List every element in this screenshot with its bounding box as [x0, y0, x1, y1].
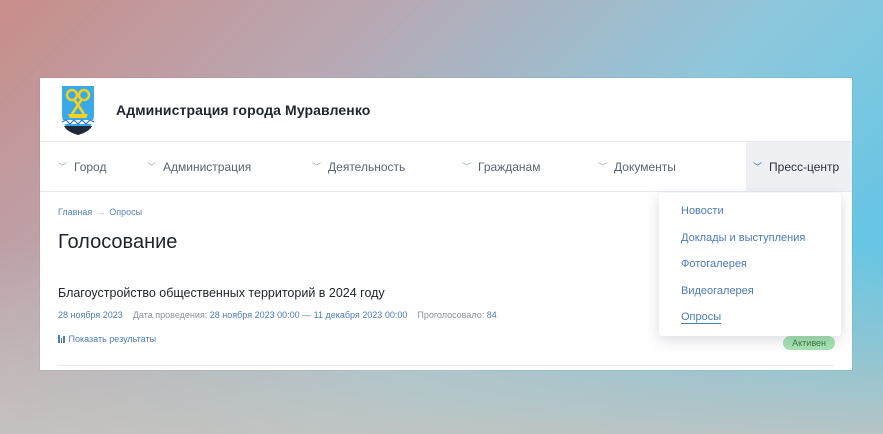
nav-item-press-center[interactable]: ﹀ Пресс-центр — [746, 142, 852, 191]
breadcrumb-current[interactable]: Опросы — [109, 207, 142, 217]
press-center-dropdown: Новости Доклады и выступления Фотогалере… — [659, 193, 841, 336]
nav-item-label: Гражданам — [478, 159, 541, 174]
dropdown-item-polls[interactable]: Опросы — [659, 311, 841, 339]
chevron-down-icon: ﹀ — [462, 162, 472, 172]
nav-item-activity[interactable]: ﹀ Деятельность — [312, 142, 462, 191]
dropdown-item-photo-gallery[interactable]: Фотогалерея — [659, 259, 841, 286]
poll-votes: Проголосовало: 84 — [417, 310, 496, 320]
nav-item-citizens[interactable]: ﹀ Гражданам — [462, 142, 598, 191]
nav-item-label: Деятельность — [328, 159, 406, 174]
poll-votes-value: 84 — [486, 310, 497, 320]
chevron-down-icon: ﹀ — [753, 162, 763, 172]
poll-votes-label: Проголосовало: — [417, 310, 485, 320]
chevron-down-icon: ﹀ — [598, 162, 608, 172]
poll-period-value: 28 ноября 2023 00:00 — 11 декабря 2023 0… — [209, 310, 408, 320]
nav-item-label: Город — [74, 159, 107, 174]
chevron-down-icon: ﹀ — [58, 162, 68, 172]
nav-item-label: Пресс-центр — [769, 159, 840, 174]
breadcrumb-home[interactable]: Главная — [58, 207, 92, 217]
poll-period: Дата проведения: 28 ноября 2023 00:00 — … — [133, 310, 408, 320]
poll-period-label: Дата проведения: — [132, 310, 208, 320]
site-header: Администрация города Муравленко — [40, 78, 852, 142]
nav-item-documents[interactable]: ﹀ Документы — [598, 142, 746, 191]
divider — [58, 365, 834, 366]
nav-item-administration[interactable]: ﹀ Администрация — [147, 142, 312, 191]
nav-item-city[interactable]: ﹀ Город — [40, 142, 147, 191]
coat-of-arms-icon[interactable] — [60, 84, 96, 136]
nav-item-label: Администрация — [163, 159, 252, 174]
dropdown-item-reports[interactable]: Доклады и выступления — [659, 232, 841, 260]
poll-date: 28 ноября 2023 — [58, 310, 123, 320]
site-title[interactable]: Администрация города Муравленко — [116, 102, 370, 118]
show-results-label: Показать результаты — [68, 334, 157, 344]
breadcrumb-separator: → — [96, 207, 106, 217]
nav-item-label: Документы — [614, 159, 676, 174]
dropdown-item-video-gallery[interactable]: Видеогалерея — [659, 285, 841, 313]
chevron-down-icon: ﹀ — [312, 162, 322, 172]
dropdown-item-news[interactable]: Новости — [659, 206, 841, 233]
chevron-down-icon: ﹀ — [147, 162, 157, 172]
main-nav: ﹀ Город ﹀ Администрация ﹀ Деятельность ﹀… — [40, 142, 852, 192]
bar-chart-icon — [58, 335, 65, 343]
